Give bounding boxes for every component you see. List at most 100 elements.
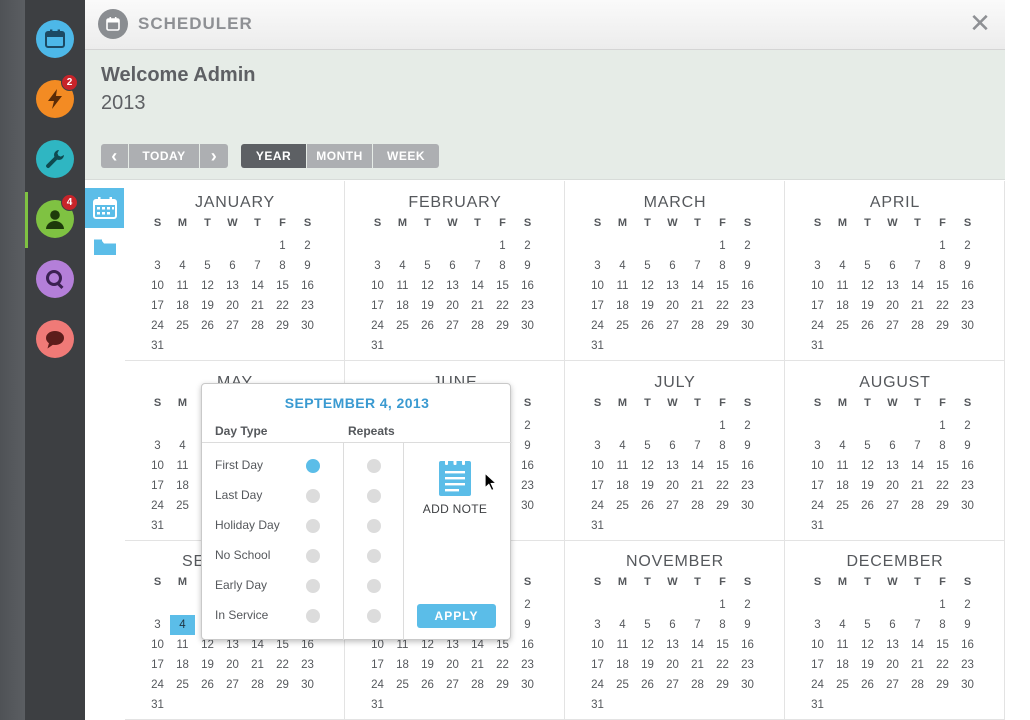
day-cell[interactable]: 25 xyxy=(170,675,195,695)
day-cell[interactable]: 9 xyxy=(955,615,980,635)
day-cell[interactable]: 16 xyxy=(735,635,760,655)
day-cell[interactable]: 31 xyxy=(365,695,390,715)
day-cell[interactable]: 13 xyxy=(880,276,905,296)
calendar-app-button[interactable] xyxy=(36,20,74,58)
day-cell[interactable]: 9 xyxy=(735,615,760,635)
day-cell[interactable]: 25 xyxy=(610,316,635,336)
day-cell[interactable]: 31 xyxy=(805,695,830,715)
day-cell[interactable]: 31 xyxy=(585,516,610,536)
day-cell[interactable]: 8 xyxy=(930,615,955,635)
day-cell[interactable]: 27 xyxy=(880,316,905,336)
day-cell[interactable]: 28 xyxy=(245,316,270,336)
day-cell[interactable]: 31 xyxy=(805,516,830,536)
day-cell[interactable]: 25 xyxy=(170,316,195,336)
day-cell[interactable]: 10 xyxy=(145,456,170,476)
day-cell[interactable]: 4 xyxy=(830,256,855,276)
day-cell[interactable]: 7 xyxy=(905,436,930,456)
day-cell[interactable]: 31 xyxy=(585,695,610,715)
day-cell[interactable]: 31 xyxy=(585,336,610,356)
day-cell[interactable]: 5 xyxy=(195,256,220,276)
day-cell[interactable]: 30 xyxy=(735,316,760,336)
day-cell[interactable]: 19 xyxy=(855,655,880,675)
day-cell[interactable]: 12 xyxy=(415,276,440,296)
repeats-radio[interactable] xyxy=(367,579,381,593)
day-cell[interactable]: 2 xyxy=(515,236,540,256)
day-cell[interactable]: 11 xyxy=(610,276,635,296)
day-cell[interactable]: 11 xyxy=(610,456,635,476)
day-cell[interactable]: 9 xyxy=(735,436,760,456)
day-cell-selected[interactable]: 4 xyxy=(170,615,195,635)
day-cell[interactable]: 31 xyxy=(365,336,390,356)
day-cell[interactable]: 18 xyxy=(610,296,635,316)
day-cell[interactable]: 7 xyxy=(685,615,710,635)
day-cell[interactable]: 9 xyxy=(515,436,540,456)
day-cell[interactable]: 27 xyxy=(440,316,465,336)
day-type-radio[interactable] xyxy=(306,489,320,503)
day-cell[interactable]: 10 xyxy=(585,276,610,296)
today-button[interactable]: TODAY xyxy=(129,144,200,168)
day-cell[interactable]: 18 xyxy=(610,476,635,496)
day-cell[interactable]: 22 xyxy=(270,655,295,675)
day-cell[interactable]: 12 xyxy=(855,635,880,655)
day-cell[interactable]: 15 xyxy=(930,276,955,296)
day-cell[interactable]: 23 xyxy=(735,655,760,675)
day-cell[interactable]: 17 xyxy=(145,296,170,316)
day-cell[interactable]: 17 xyxy=(585,476,610,496)
day-cell[interactable]: 5 xyxy=(635,256,660,276)
day-cell[interactable]: 7 xyxy=(685,436,710,456)
search-app-button[interactable] xyxy=(36,260,74,298)
day-cell[interactable]: 25 xyxy=(170,496,195,516)
day-cell[interactable]: 15 xyxy=(710,456,735,476)
repeats-radio[interactable] xyxy=(367,459,381,473)
day-cell[interactable]: 11 xyxy=(830,635,855,655)
day-cell[interactable]: 29 xyxy=(710,496,735,516)
day-cell[interactable]: 27 xyxy=(880,675,905,695)
day-cell[interactable]: 2 xyxy=(515,416,540,436)
day-cell[interactable]: 23 xyxy=(295,655,320,675)
day-cell[interactable]: 19 xyxy=(415,296,440,316)
day-cell[interactable]: 21 xyxy=(905,296,930,316)
day-cell[interactable]: 16 xyxy=(295,276,320,296)
day-cell[interactable]: 17 xyxy=(585,296,610,316)
day-cell[interactable]: 17 xyxy=(145,655,170,675)
day-cell[interactable]: 20 xyxy=(660,655,685,675)
day-cell[interactable]: 22 xyxy=(930,476,955,496)
day-cell[interactable]: 20 xyxy=(440,655,465,675)
day-cell[interactable]: 12 xyxy=(855,456,880,476)
day-cell[interactable]: 1 xyxy=(930,236,955,256)
day-cell[interactable]: 13 xyxy=(660,635,685,655)
day-cell[interactable]: 23 xyxy=(735,296,760,316)
day-cell[interactable]: 25 xyxy=(830,316,855,336)
day-cell[interactable]: 20 xyxy=(440,296,465,316)
day-cell[interactable]: 31 xyxy=(805,336,830,356)
day-cell[interactable]: 29 xyxy=(490,316,515,336)
day-cell[interactable]: 16 xyxy=(735,456,760,476)
day-cell[interactable]: 11 xyxy=(170,456,195,476)
day-type-radio[interactable] xyxy=(306,579,320,593)
day-cell[interactable]: 17 xyxy=(585,655,610,675)
day-cell[interactable]: 7 xyxy=(685,256,710,276)
day-cell[interactable]: 4 xyxy=(170,436,195,456)
day-cell[interactable]: 6 xyxy=(880,615,905,635)
day-cell[interactable]: 14 xyxy=(905,276,930,296)
day-cell[interactable]: 24 xyxy=(805,316,830,336)
day-cell[interactable]: 26 xyxy=(415,316,440,336)
day-cell[interactable]: 18 xyxy=(830,655,855,675)
day-cell[interactable]: 23 xyxy=(295,296,320,316)
day-cell[interactable]: 10 xyxy=(365,276,390,296)
day-cell[interactable]: 6 xyxy=(880,436,905,456)
day-cell[interactable]: 29 xyxy=(270,316,295,336)
day-cell[interactable]: 3 xyxy=(145,615,170,635)
day-cell[interactable]: 19 xyxy=(415,655,440,675)
day-cell[interactable]: 30 xyxy=(295,316,320,336)
day-cell[interactable]: 20 xyxy=(660,296,685,316)
day-cell[interactable]: 8 xyxy=(930,436,955,456)
day-cell[interactable]: 25 xyxy=(390,675,415,695)
day-cell[interactable]: 11 xyxy=(170,635,195,655)
repeats-radio[interactable] xyxy=(367,549,381,563)
day-cell[interactable]: 27 xyxy=(660,496,685,516)
day-cell[interactable]: 5 xyxy=(635,615,660,635)
day-cell[interactable]: 3 xyxy=(585,615,610,635)
day-cell[interactable]: 24 xyxy=(145,496,170,516)
day-cell[interactable]: 2 xyxy=(295,236,320,256)
